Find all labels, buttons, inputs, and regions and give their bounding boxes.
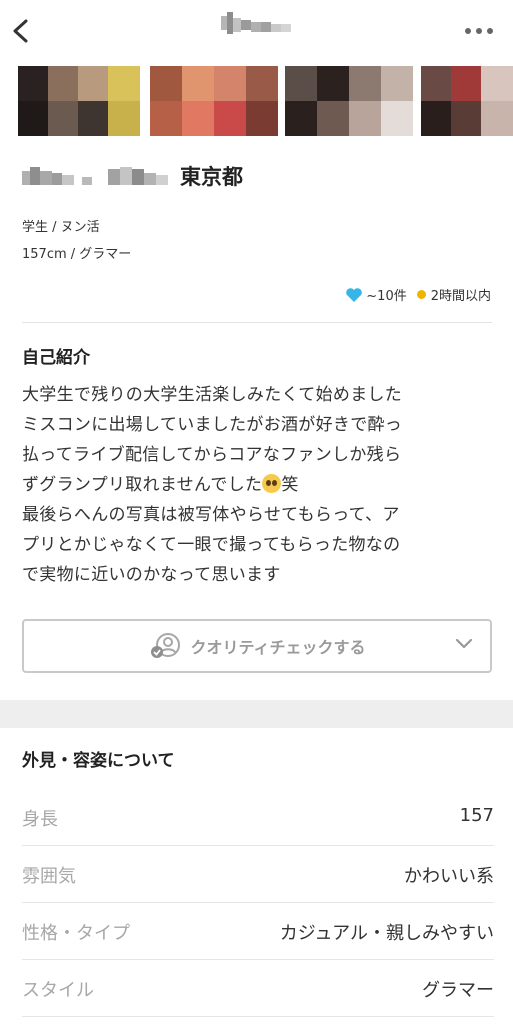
quality-check-inner: クオリティチェックする	[24, 621, 490, 671]
body-line: 157cm / グラマー	[22, 247, 132, 262]
attribute-label: 性格・タイプ	[22, 923, 130, 944]
dot	[487, 28, 493, 34]
profile-photo[interactable]	[150, 66, 278, 136]
login-status-dot	[416, 290, 426, 299]
occupation-line: 学生 / ヌン活	[22, 220, 100, 235]
dot	[476, 28, 482, 34]
appearance-title: 外見・容姿について	[22, 751, 175, 771]
intro-text-part1: 大学生で残りの大学生活楽しみたくて始めました ミスコンに出場していましたがお酒が…	[22, 385, 403, 495]
pleading-face-icon	[262, 474, 282, 493]
verified-user-icon	[151, 633, 181, 658]
attribute-label: スタイル	[22, 980, 94, 1001]
profile-name-row: 東京都	[22, 160, 243, 192]
quality-check-button[interactable]: クオリティチェックする	[22, 619, 492, 673]
attribute-label: 雰囲気	[22, 866, 76, 887]
more-dots-icon[interactable]	[465, 28, 497, 36]
attribute-value: グラマー	[422, 980, 494, 1001]
attribute-value: かわいい系	[404, 866, 494, 887]
intro-title: 自己紹介	[22, 348, 90, 368]
attribute-row-height: 身長 157	[22, 789, 494, 846]
section-separator	[0, 700, 513, 728]
divider	[22, 322, 492, 323]
chevron-left-icon[interactable]	[6, 12, 36, 50]
top-bar	[0, 0, 513, 66]
attribute-value: カジュアル・親しみやすい	[279, 923, 494, 944]
last-login: 2時間以内	[430, 289, 491, 304]
attribute-row-personality: 性格・タイプ カジュアル・親しみやすい	[22, 903, 494, 960]
intro-text: 大学生で残りの大学生活楽しみたくて始めました ミスコンに出場していましたがお酒が…	[22, 380, 496, 590]
profile-photo[interactable]	[421, 66, 513, 136]
profile-photo[interactable]	[18, 66, 140, 136]
quality-check-label: クオリティチェックする	[190, 638, 366, 657]
attribute-label: 身長	[22, 809, 58, 830]
profile-stats: ~10件 2時間以内	[345, 285, 491, 304]
profile-photo[interactable]	[285, 66, 413, 136]
prefecture: 東京都	[180, 165, 243, 189]
heart-icon	[346, 287, 363, 302]
attribute-row-atmosphere: 雰囲気 かわいい系	[22, 846, 494, 903]
blurred-username	[221, 12, 291, 34]
blurred-name	[22, 167, 168, 185]
attribute-row-style: スタイル グラマー	[22, 960, 494, 1017]
likes-count: ~10件	[366, 289, 407, 304]
photo-carousel[interactable]	[0, 66, 513, 138]
attribute-value: 157	[459, 805, 494, 826]
dot	[465, 28, 471, 34]
chevron-down-icon	[455, 638, 473, 649]
